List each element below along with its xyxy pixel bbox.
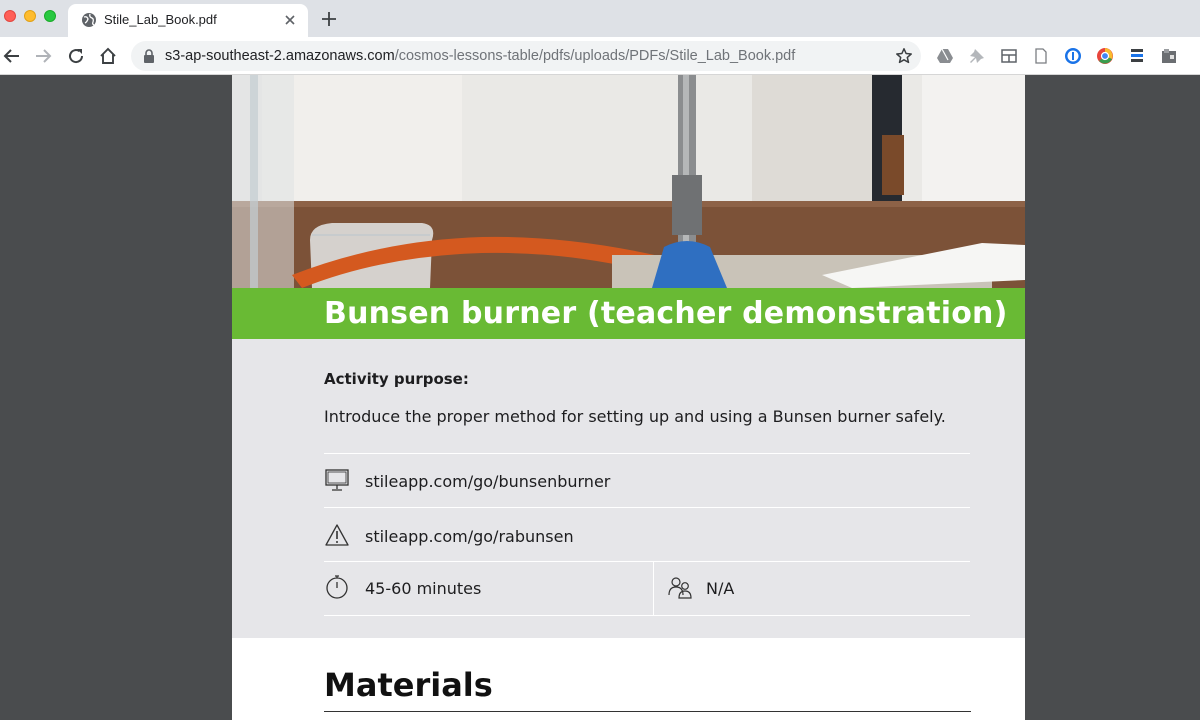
column-divider	[653, 562, 654, 615]
purpose-label: Activity purpose:	[324, 370, 469, 388]
pin-icon[interactable]	[968, 47, 986, 65]
warning-icon	[325, 524, 349, 546]
divider	[324, 615, 970, 616]
bunsen-burner-photo	[232, 75, 1025, 288]
password-manager-icon[interactable]	[1064, 47, 1082, 65]
group-icon	[668, 577, 692, 599]
divider	[324, 507, 970, 508]
monitor-icon	[325, 469, 349, 491]
bookmark-star-icon[interactable]	[895, 47, 913, 65]
extension-icon[interactable]	[1160, 47, 1178, 65]
activity-info-panel: Activity purpose: Introduce the proper m…	[232, 339, 1025, 638]
window-maximize-button[interactable]	[44, 10, 56, 22]
stopwatch-icon	[326, 575, 348, 599]
layout-icon[interactable]	[1000, 47, 1018, 65]
activity-title: Bunsen burner (teacher demonstration)	[324, 296, 1008, 331]
risk-assessment-link[interactable]: stileapp.com/go/rabunsen	[365, 527, 574, 546]
page-icon[interactable]	[1032, 47, 1050, 65]
window-close-button[interactable]	[4, 10, 16, 22]
browser-tab[interactable]: Stile_Lab_Book.pdf	[68, 4, 308, 37]
url-text: s3-ap-southeast-2.amazonaws.com/cosmos-l…	[165, 48, 795, 65]
browser-toolbar: s3-ap-southeast-2.amazonaws.com/cosmos-l…	[0, 37, 1200, 75]
group-size-value: N/A	[706, 579, 735, 598]
back-icon[interactable]	[2, 46, 22, 66]
divider	[324, 453, 970, 454]
tab-close-icon[interactable]	[282, 12, 298, 28]
materials-underline	[324, 711, 971, 712]
divider	[324, 561, 970, 562]
color-picker-icon[interactable]	[1096, 47, 1114, 65]
drive-icon[interactable]	[936, 47, 954, 65]
window-minimize-button[interactable]	[24, 10, 36, 22]
interactive-link[interactable]: stileapp.com/go/bunsenburner	[365, 472, 610, 491]
address-bar[interactable]: s3-ap-southeast-2.amazonaws.com/cosmos-l…	[131, 41, 921, 71]
tools-icon[interactable]	[1128, 47, 1146, 65]
url-path: /cosmos-lessons-table/pdfs/uploads/PDFs/…	[394, 48, 796, 64]
url-host: s3-ap-southeast-2.amazonaws.com	[165, 48, 395, 64]
materials-heading: Materials	[324, 666, 493, 704]
globe-icon	[82, 13, 96, 27]
new-tab-icon[interactable]	[320, 10, 338, 28]
pdf-page: Bunsen burner (teacher demonstration) Ac…	[232, 75, 1025, 720]
reload-icon[interactable]	[66, 46, 86, 66]
lock-icon[interactable]	[143, 49, 155, 63]
home-icon[interactable]	[98, 46, 118, 66]
purpose-text: Introduce the proper method for setting …	[324, 407, 946, 426]
tab-title: Stile_Lab_Book.pdf	[104, 12, 217, 27]
tab-strip: Stile_Lab_Book.pdf	[0, 0, 1200, 37]
forward-icon[interactable]	[33, 46, 53, 66]
duration-value: 45-60 minutes	[365, 579, 482, 598]
title-banner: Bunsen burner (teacher demonstration)	[232, 288, 1025, 339]
